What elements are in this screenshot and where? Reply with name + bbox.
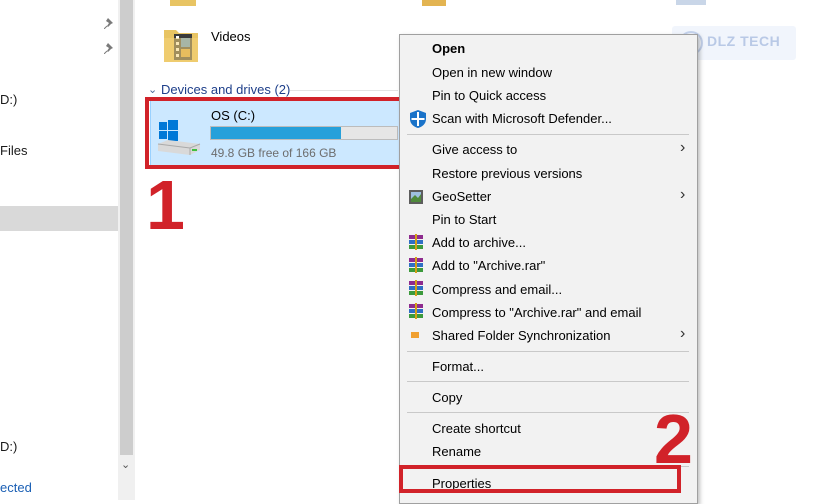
menu-item-geosetter[interactable]: GeoSetter — [432, 189, 491, 204]
nav-scrollbar-thumb[interactable] — [120, 0, 133, 455]
menu-item-give-access[interactable]: Give access to — [432, 142, 517, 157]
menu-item-add-archive[interactable]: Add to archive... — [432, 235, 526, 250]
nav-item-drive-2[interactable]: D:) — [0, 439, 17, 454]
folder-icon — [170, 0, 196, 6]
folder-icon — [422, 0, 446, 6]
menu-separator — [407, 351, 689, 352]
section-divider — [290, 90, 398, 91]
menu-separator — [407, 381, 689, 382]
winrar-icon — [409, 280, 423, 296]
menu-item-restore-versions[interactable]: Restore previous versions — [432, 166, 582, 181]
menu-item-scan-defender[interactable]: Scan with Microsoft Defender... — [432, 111, 612, 126]
highlight-box-properties — [399, 465, 681, 493]
menu-item-copy[interactable]: Copy — [432, 390, 462, 405]
menu-item-format[interactable]: Format... — [432, 359, 484, 374]
menu-separator — [407, 134, 689, 135]
videos-label[interactable]: Videos — [211, 29, 251, 44]
chevron-right-icon: › — [680, 325, 686, 342]
status-selected-text: ected — [0, 480, 32, 495]
menu-item-create-shortcut[interactable]: Create shortcut — [432, 421, 521, 436]
winrar-icon — [409, 234, 423, 250]
section-header[interactable]: Devices and drives (2) — [161, 82, 290, 97]
chevron-right-icon: › — [680, 139, 686, 156]
nav-item-drive[interactable]: D:) — [0, 92, 17, 107]
chevron-right-icon: › — [680, 186, 686, 203]
menu-item-compress-email[interactable]: Compress and email... — [432, 282, 562, 297]
videos-folder-icon[interactable] — [162, 22, 202, 66]
step-number-1: 1 — [146, 166, 185, 244]
watermark-text: DLZ TECH — [707, 33, 781, 49]
sync-folder-icon — [411, 332, 419, 338]
pin-icon[interactable] — [104, 17, 116, 29]
menu-separator — [407, 412, 689, 413]
menu-item-add-archive-rar[interactable]: Add to "Archive.rar" — [432, 258, 545, 273]
nav-item-files[interactable]: Files — [0, 143, 27, 158]
menu-item-open-new-window[interactable]: Open in new window — [432, 65, 552, 80]
step-number-2: 2 — [654, 400, 693, 478]
drive-icon — [676, 0, 706, 5]
winrar-icon — [409, 303, 423, 319]
highlight-box-drive — [145, 97, 405, 169]
navigation-pane — [0, 0, 118, 500]
chevron-down-icon[interactable]: ⌄ — [148, 83, 157, 96]
pin-icon[interactable] — [104, 42, 116, 54]
nav-selected-item[interactable] — [0, 206, 118, 231]
menu-item-rename[interactable]: Rename — [432, 444, 481, 459]
menu-item-pin-quick-access[interactable]: Pin to Quick access — [432, 88, 546, 103]
defender-shield-icon — [410, 110, 426, 128]
menu-item-open[interactable]: Open — [432, 41, 465, 56]
geosetter-icon — [409, 190, 423, 204]
chevron-down-icon[interactable]: ⌄ — [121, 458, 130, 471]
menu-item-shared-folder-sync[interactable]: Shared Folder Synchronization — [432, 328, 611, 343]
winrar-icon — [409, 257, 423, 273]
menu-item-compress-rar-email[interactable]: Compress to "Archive.rar" and email — [432, 305, 641, 320]
menu-item-pin-start[interactable]: Pin to Start — [432, 212, 496, 227]
